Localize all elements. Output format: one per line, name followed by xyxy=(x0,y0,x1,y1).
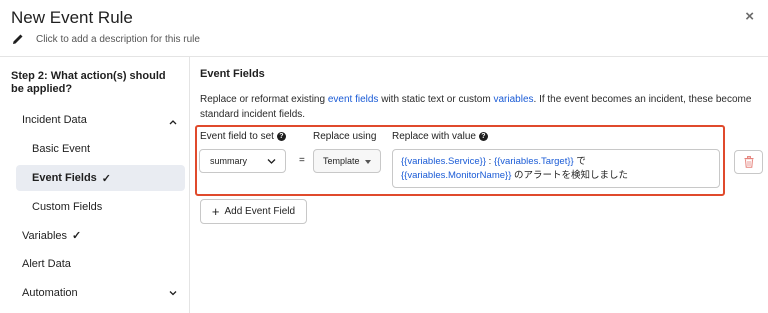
section-title: Event Fields xyxy=(200,68,265,80)
chevron-down-icon[interactable] xyxy=(168,288,178,298)
variable-token: {{variables.Service}} xyxy=(401,156,487,167)
value-label: Replace with value ? xyxy=(392,131,488,142)
sidebar-item-incident-data[interactable]: Incident Data xyxy=(22,114,87,126)
variables-link[interactable]: variables xyxy=(493,94,533,105)
event-field-value: summary xyxy=(210,156,248,166)
add-description-link[interactable]: Click to add a description for this rule xyxy=(36,34,200,45)
close-button[interactable]: × xyxy=(745,8,754,25)
step-title: Step 2: What action(s) should be applied… xyxy=(11,70,166,95)
sidebar-item-label: Event Fields xyxy=(32,172,97,184)
variable-token: {{variables.Target}} xyxy=(493,156,574,167)
sidebar-item-label: Automation xyxy=(22,287,78,299)
field-label-text: Event field to set xyxy=(200,131,274,142)
sidebar-item-label: Variables xyxy=(22,229,68,242)
sidebar-item-label: Incident Data xyxy=(22,114,87,126)
variable-token: {{variables.MonitorName}} xyxy=(401,170,512,181)
sidebar-item-label: Basic Event xyxy=(32,143,91,155)
event-fields-link[interactable]: event fields xyxy=(328,94,379,105)
replace-value-input[interactable]: {{variables.Service}} : {{variables.Targ… xyxy=(392,149,720,188)
value-label-text: Replace with value xyxy=(392,131,476,142)
replace-mode-select[interactable]: Template xyxy=(313,149,381,173)
mode-label-text: Replace using xyxy=(313,131,377,142)
delete-field-button[interactable] xyxy=(734,150,763,174)
value-text: のアラートを検知しました xyxy=(511,170,629,181)
sidebar-item-label: Custom Fields xyxy=(32,201,103,213)
check-icon: ✓ xyxy=(101,172,112,185)
main-panel: Event Fields Replace or reformat existin… xyxy=(190,56,768,313)
field-label: Event field to set ? xyxy=(200,131,286,142)
caret-down-icon xyxy=(365,160,371,164)
sidebar-item-custom-fields[interactable]: Custom Fields xyxy=(32,201,102,213)
sidebar-item-alert-data[interactable]: Alert Data xyxy=(22,258,71,270)
sidebar-item-automation[interactable]: Automation xyxy=(22,287,78,299)
event-field-select[interactable]: summary xyxy=(199,149,286,173)
description-text: with static text or custom xyxy=(378,94,494,105)
sidebar-item-variables[interactable]: Variables ✓ xyxy=(22,229,82,243)
check-icon: ✓ xyxy=(72,230,82,242)
trash-icon xyxy=(744,156,753,168)
help-icon[interactable]: ? xyxy=(276,132,286,141)
sidebar: Step 2: What action(s) should be applied… xyxy=(0,56,190,313)
modal-title: New Event Rule xyxy=(11,8,133,27)
sidebar-item-basic-event[interactable]: Basic Event xyxy=(32,143,90,155)
replace-mode-value: Template xyxy=(323,156,360,166)
section-description: Replace or reformat existing event field… xyxy=(200,92,765,122)
chevron-up-icon[interactable] xyxy=(168,117,178,127)
sidebar-item-label: Alert Data xyxy=(22,258,71,270)
mode-label: Replace using xyxy=(313,131,376,142)
description-row[interactable]: Click to add a description for this rule xyxy=(12,33,200,45)
sidebar-item-event-fields[interactable]: Event Fields ✓ xyxy=(16,165,185,191)
pencil-icon xyxy=(12,33,24,45)
add-event-field-label: Add Event Field xyxy=(224,206,296,217)
plus-icon: + xyxy=(211,204,220,219)
equals-sign: = xyxy=(299,155,305,166)
help-icon[interactable]: ? xyxy=(478,132,488,141)
description-text: Replace or reformat existing xyxy=(200,94,328,105)
value-text: で xyxy=(573,156,586,167)
add-event-field-button[interactable]: + Add Event Field xyxy=(200,199,307,224)
chevron-down-icon xyxy=(267,159,276,164)
value-text: : xyxy=(486,156,494,167)
